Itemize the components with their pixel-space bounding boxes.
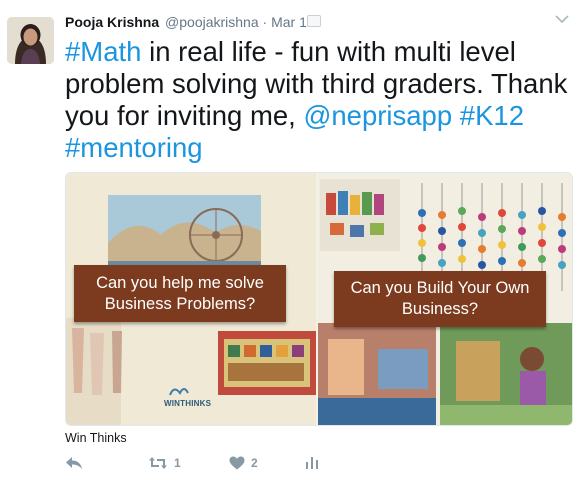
reply-button[interactable] [65,456,83,470]
left-banner-line2: Business Problems? [104,294,256,313]
retweet-count: 1 [174,456,181,470]
left-banner-line1: Can you help me solve [96,273,264,292]
chevron-down-icon[interactable] [555,14,569,24]
tweet-actions: 1 2 [65,456,365,478]
avatar-image [7,17,54,64]
retweet-icon [149,457,167,469]
right-banner: Can you Build Your Own Business? [334,271,546,327]
card-source[interactable]: Win Thinks [65,431,127,445]
analytics-button[interactable] [305,456,319,470]
link-card[interactable]: WINTHINKS Can you help me solve Business… [65,172,573,426]
author-handle[interactable]: @poojakrishna [165,14,259,30]
tweet-header: Pooja Krishna @poojakrishna · Mar 14 [65,14,315,30]
author-name[interactable]: Pooja Krishna [65,14,159,30]
right-banner-line1: Can you Build Your Own [350,279,530,297]
tweet-text: #Math in real life - fun with multi leve… [65,36,570,164]
like-count: 2 [251,456,258,470]
retweet-button[interactable]: 1 [148,456,181,470]
left-banner: Can you help me solve Business Problems? [74,265,286,322]
separator-dot: · [262,14,268,30]
hashtag-mentoring[interactable]: #mentoring [65,132,203,163]
right-banner-line2: Business? [401,300,479,318]
reply-icon [66,457,82,469]
card-image-left: WINTHINKS Can you help me solve Business… [66,173,316,425]
avatar[interactable] [7,17,54,64]
mention-neprisapp[interactable]: @neprisapp [303,100,452,131]
card-image-right: Can you Build Your Own Business? [318,173,572,425]
like-button[interactable]: 2 [229,456,258,470]
media-badge-icon [307,15,321,27]
winthinks-logo: WINTHINKS [164,399,212,408]
heart-icon [229,456,245,470]
hashtag-math[interactable]: #Math [65,36,141,67]
hashtag-k12[interactable]: #K12 [460,100,524,131]
text-space [452,100,460,131]
analytics-icon [306,457,318,469]
